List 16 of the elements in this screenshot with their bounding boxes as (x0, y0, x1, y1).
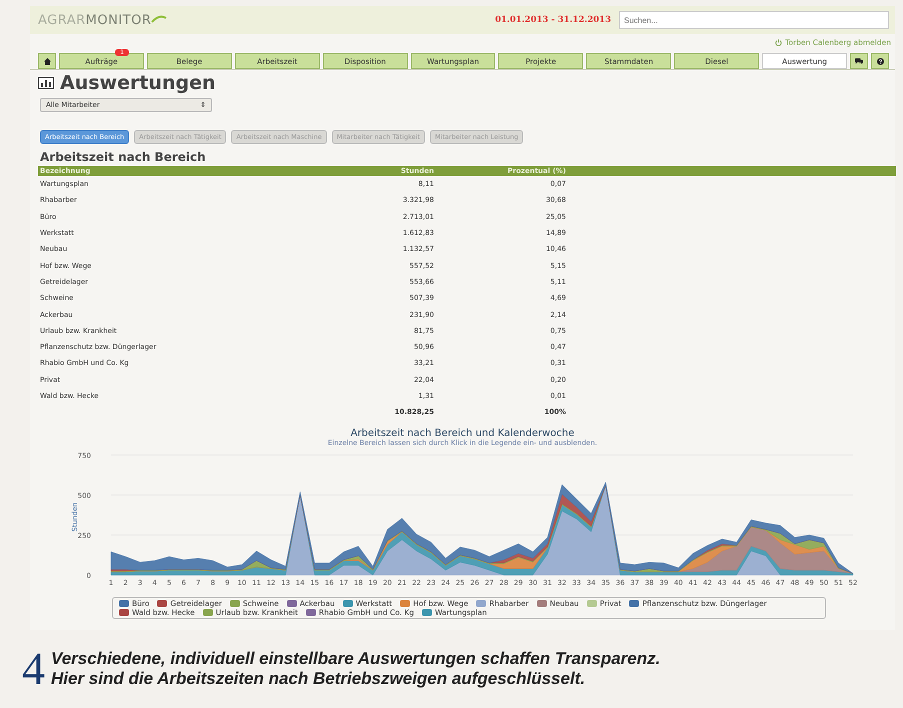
page-title: Auswertungen (60, 72, 216, 94)
speech-bubbles-icon (855, 58, 864, 64)
help-icon (876, 58, 884, 64)
search-field[interactable]: Suchen... (619, 11, 889, 29)
nav-tab[interactable] (38, 53, 56, 69)
figure-number: 4 (22, 646, 45, 692)
bar-chart-icon (38, 77, 54, 89)
section-title: Arbeitszeit nach Bereich (40, 150, 207, 164)
power-icon (775, 38, 782, 46)
date-range[interactable]: 01.01.2013 - 31.12.2013 (495, 15, 611, 25)
nav-tab[interactable] (850, 53, 868, 69)
caption-text: Verschiedene, individuell einstellbare Auswertungen schaffen Transparenz. (51, 648, 660, 669)
home-icon (44, 58, 50, 64)
caption-text: Hier sind die Arbeitszeiten nach Betriebszweigen aufgeschlüsselt. (51, 669, 586, 690)
chart-title: Arbeitszeit nach Bereich und Kalenderwoche (350, 428, 574, 440)
nav-tab[interactable] (871, 53, 890, 69)
